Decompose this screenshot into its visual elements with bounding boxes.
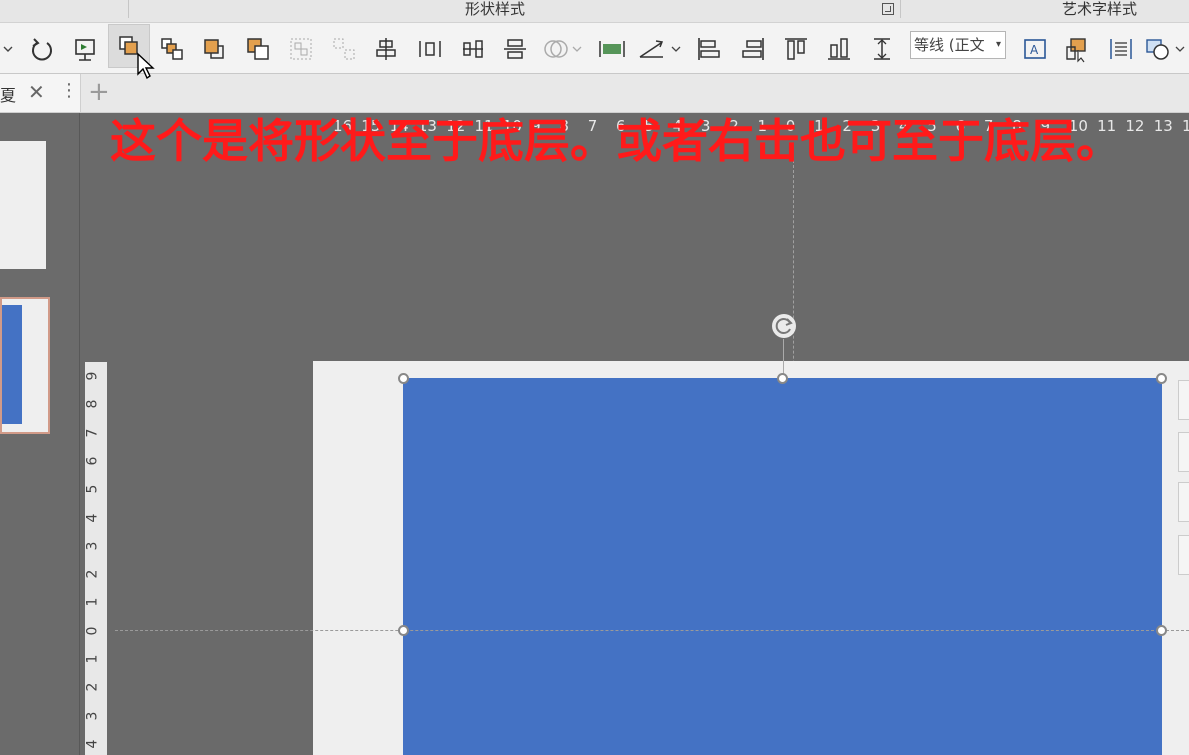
- ruler-tick-label: 3: [84, 541, 101, 551]
- rotate-icon[interactable]: [26, 34, 56, 64]
- align-center-icon[interactable]: [371, 34, 401, 64]
- layout-options-button[interactable]: [1178, 380, 1189, 420]
- document-tab-label: 夏: [0, 86, 17, 105]
- ruler-tick-label: 13: [1153, 117, 1173, 135]
- font-name-value: 等线 (正文: [914, 36, 985, 54]
- shape-outline-button[interactable]: [1178, 535, 1189, 575]
- distribute-horizontal-icon[interactable]: [415, 34, 445, 64]
- new-tab-button[interactable]: +: [88, 78, 110, 106]
- resize-handle-right[interactable]: [1156, 625, 1167, 636]
- align-bottom-icon[interactable]: [824, 34, 854, 64]
- group-icon[interactable]: [286, 34, 316, 64]
- vertical-ruler: 9 8 7 6 5 4 3 2 1 0 1 2 3 4: [84, 362, 107, 755]
- insert-shape-icon[interactable]: [1143, 34, 1189, 64]
- shape-select-icon[interactable]: [1062, 34, 1092, 64]
- ungroup-icon[interactable]: [329, 34, 359, 64]
- ruler-tick-label: 8: [84, 399, 101, 409]
- document-tab[interactable]: 夏 ✕ ⋮: [0, 74, 81, 112]
- rotate-flip-icon[interactable]: [636, 34, 682, 64]
- thumbnail-shape: [2, 305, 22, 424]
- selection-pane-icon[interactable]: [70, 34, 100, 64]
- text-align-icon[interactable]: [1106, 34, 1136, 64]
- resize-handle-left[interactable]: [398, 625, 409, 636]
- ruler-tick-label: 3: [84, 711, 101, 721]
- bring-forward-icon[interactable]: [157, 34, 187, 64]
- chevron-down-icon[interactable]: [0, 34, 16, 64]
- rotate-handle-icon[interactable]: [771, 313, 797, 339]
- ribbon-group-header: 形状样式 艺术字样式: [0, 0, 1189, 23]
- group-label-shape-styles: 形状样式: [465, 0, 526, 18]
- slide-thumbnail-selected[interactable]: [0, 297, 50, 434]
- annotation-text: 这个是将形状至于底层。或者右击也可至于底层。: [110, 114, 1122, 168]
- resize-handle-top-right[interactable]: [1156, 373, 1167, 384]
- text-box-icon[interactable]: A: [1020, 34, 1050, 64]
- slide-thumbnail-pane: [0, 113, 80, 755]
- close-icon[interactable]: ✕: [28, 80, 45, 104]
- align-top-icon[interactable]: [781, 34, 811, 64]
- align-middle-icon[interactable]: [500, 34, 530, 64]
- resize-handle-top-left[interactable]: [398, 373, 409, 384]
- ruler-tick-label: 2: [84, 682, 101, 692]
- ruler-tick-label: 1: [1182, 117, 1189, 135]
- more-icon[interactable]: ⋮: [60, 80, 78, 101]
- shape-fill-button[interactable]: [1178, 482, 1189, 522]
- merge-shapes-icon[interactable]: [540, 34, 584, 64]
- document-tab-strip: 夏 ✕ ⋮ +: [0, 74, 1189, 113]
- horizontal-guide: [115, 630, 1189, 631]
- separator: [128, 0, 129, 18]
- distribute-vertical-icon[interactable]: [867, 34, 897, 64]
- group-label-wordart-styles: 艺术字样式: [1062, 0, 1138, 18]
- chevron-down-icon: ▾: [995, 39, 1001, 50]
- ruler-tick-label: 12: [1125, 117, 1145, 135]
- svg-text:A: A: [1030, 43, 1039, 57]
- ruler-tick-label: 7: [84, 428, 101, 438]
- ruler-tick-label: 0: [84, 626, 101, 636]
- bring-to-front-icon[interactable]: [199, 34, 229, 64]
- shape-style-button[interactable]: [1178, 432, 1189, 472]
- ruler-tick-label: 1: [84, 654, 101, 664]
- selected-rectangle-shape[interactable]: [403, 378, 1162, 755]
- resize-handle-top[interactable]: [777, 373, 788, 384]
- align-left-icon[interactable]: [694, 34, 724, 64]
- align-right-icon[interactable]: [738, 34, 768, 64]
- ruler-tick-label: 9: [84, 371, 101, 381]
- separator: [900, 0, 901, 18]
- ruler-tick-label: 2: [84, 569, 101, 579]
- selection-highlight-icon[interactable]: [597, 34, 627, 64]
- font-name-dropdown[interactable]: 等线 (正文 ▾: [910, 31, 1006, 59]
- ruler-tick-label: 5: [84, 484, 101, 494]
- ruler-tick-label: 4: [84, 739, 101, 749]
- dialog-launcher-icon[interactable]: [882, 3, 894, 15]
- send-backward-icon[interactable]: [243, 34, 273, 64]
- slide-thumbnail[interactable]: [0, 141, 46, 269]
- ruler-tick-label: 6: [84, 456, 101, 466]
- mouse-cursor-icon: [136, 52, 156, 84]
- distribute-center-icon[interactable]: [458, 34, 488, 64]
- ruler-tick-label: 4: [84, 513, 101, 522]
- ruler-tick-label: 1: [84, 597, 101, 607]
- arrange-toolbar: 等线 (正文 ▾ A: [0, 23, 1189, 74]
